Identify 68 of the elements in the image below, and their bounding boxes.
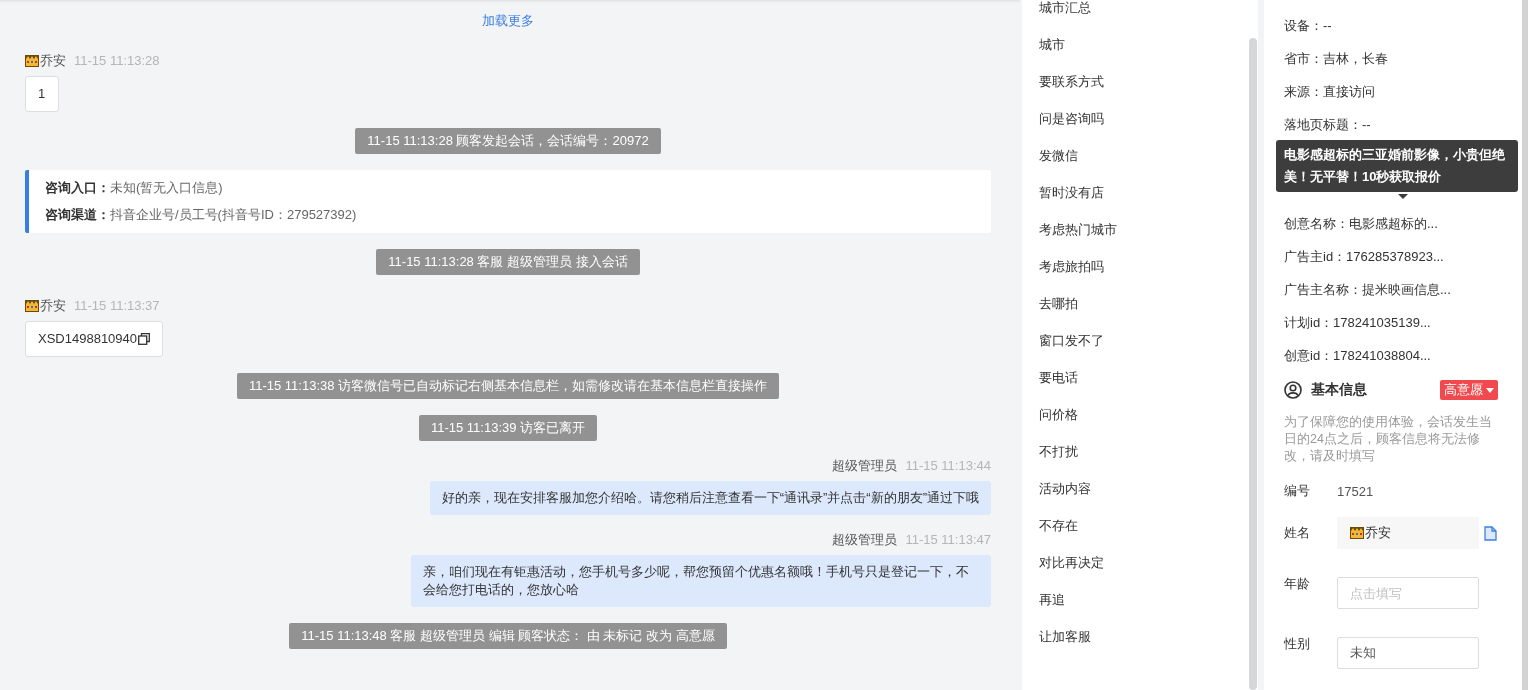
- system-notice: 11-15 11:13:38 访客微信号已自动标记右侧基本信息栏，如需修改请在基本信息栏直接操作: [236, 373, 780, 399]
- info-row-text: 设备：--: [1284, 17, 1333, 35]
- entry-value: 抖音企业号/员工号(抖音号ID：279527392): [110, 207, 357, 222]
- name-field[interactable]: 乔安: [1337, 517, 1479, 549]
- field-label: 性别: [1284, 635, 1311, 653]
- field-label: 年龄: [1284, 575, 1311, 593]
- quick-reply-item[interactable]: 要联系方式: [1039, 73, 1249, 111]
- section-title: 基本信息: [1311, 381, 1368, 399]
- entry-label: 咨询入口：: [45, 180, 110, 195]
- message-bubble: 好的亲，现在安排客服加您介绍哈。请您稍后注意查看一下“通讯录”并点击“新的朋友”通过下哦: [429, 481, 991, 515]
- message-time: 11-15 11:13:37: [74, 297, 160, 315]
- info-row-text: 创意名称：电影感超标的...: [1284, 215, 1439, 233]
- quick-reply-item[interactable]: 去哪拍: [1039, 295, 1249, 333]
- quick-reply-item[interactable]: 城市汇总: [1039, 0, 1249, 37]
- quick-reply-item[interactable]: 不存在: [1039, 517, 1249, 555]
- quick-reply-item[interactable]: 再追: [1039, 591, 1249, 629]
- sender-name: 超级管理员: [832, 531, 898, 549]
- info-row-text: 计划id：178241035139...: [1284, 314, 1432, 332]
- system-notice: 11-15 11:13:28 客服 超级管理员 接入会话: [376, 249, 640, 275]
- quick-reply-item[interactable]: 问是咨询吗: [1039, 110, 1249, 148]
- crown-icon: [1350, 527, 1364, 539]
- message-time: 11-15 11:13:47: [905, 531, 991, 549]
- input-field[interactable]: 未知: [1337, 637, 1479, 669]
- message-time: 11-15 11:13:28: [74, 52, 160, 70]
- scrollbar[interactable]: [1522, 0, 1528, 690]
- quick-reply-item[interactable]: 活动内容: [1039, 480, 1249, 518]
- info-row-text: 广告主id：176285378923...: [1284, 248, 1445, 266]
- field-label: 编号: [1284, 482, 1311, 500]
- user-icon: [1284, 381, 1302, 399]
- crown-icon: [25, 300, 39, 312]
- quick-reply-item[interactable]: 暂时没有店: [1039, 184, 1249, 222]
- quick-reply-item[interactable]: 要电话: [1039, 369, 1249, 407]
- message-bubble: 1: [25, 76, 59, 112]
- system-notice: 11-15 11:13:39 访客已离开: [418, 415, 598, 441]
- caret-icon: [1486, 387, 1494, 393]
- system-notice: 11-15 11:13:28 顾客发起会话，会话编号：20972: [355, 128, 661, 154]
- field-value: 17521: [1337, 483, 1374, 499]
- quick-reply-item[interactable]: 考虑旅拍吗: [1039, 258, 1249, 296]
- quick-reply-item[interactable]: 不打扰: [1039, 443, 1249, 481]
- message-time: 11-15 11:13:44: [905, 457, 991, 475]
- quick-reply-item[interactable]: 考虑热门城市: [1039, 221, 1249, 259]
- load-more-link[interactable]: 加载更多: [482, 12, 534, 30]
- message-bubble: 亲，咱们现在有钜惠活动，您手机号多少呢，帮您预留个优惠名额哦！手机号只是登记一下，不会给您打电话的，您放心哈: [411, 555, 991, 607]
- scrollbar[interactable]: [1249, 38, 1257, 690]
- sender-name: 乔安: [40, 297, 66, 315]
- system-notice: 11-15 11:13:48 客服 超级管理员 编辑 顾客状态： 由 未标记 改为 高意愿: [289, 623, 727, 649]
- message-bubble: XSD1498810940: [25, 321, 164, 357]
- sender-name: 超级管理员: [832, 457, 898, 475]
- quick-reply-item[interactable]: 问价格: [1039, 406, 1249, 444]
- info-row-text: 创意id：178241038804...: [1284, 347, 1432, 365]
- sender-name: 乔安: [40, 52, 66, 70]
- info-row-text: 来源：直接访问: [1284, 83, 1376, 101]
- crown-icon: [25, 55, 39, 67]
- hint-text: 为了保障您的使用体验，会话发生当日的24点之后，顾客信息将无法修改，请及时填写: [1284, 414, 1493, 465]
- quick-reply-item[interactable]: 窗口发不了: [1039, 332, 1249, 370]
- quick-reply-item[interactable]: 发微信: [1039, 147, 1249, 185]
- entry-value: 未知(暂无入口信息): [110, 180, 223, 195]
- quick-reply-item[interactable]: 对比再决定: [1039, 554, 1249, 592]
- quick-reply-item[interactable]: 城市: [1039, 36, 1249, 74]
- field-label: 姓名: [1284, 524, 1311, 542]
- info-row-text: 广告主名称：提米映画信息...: [1284, 281, 1452, 299]
- quick-reply-item[interactable]: 让加客服: [1039, 628, 1249, 666]
- entry-label: 咨询渠道：: [45, 207, 110, 222]
- input-field[interactable]: 点击填写: [1337, 577, 1479, 609]
- info-row-text: 省市：吉林，长春: [1284, 50, 1389, 68]
- tooltip: 电影感超标的三亚婚前影像，小贵但绝美！无平替！10秒获取报价: [1276, 140, 1518, 192]
- info-row-text: 落地页标题：--: [1284, 116, 1372, 134]
- intent-dropdown[interactable]: 高意愿: [1440, 380, 1498, 400]
